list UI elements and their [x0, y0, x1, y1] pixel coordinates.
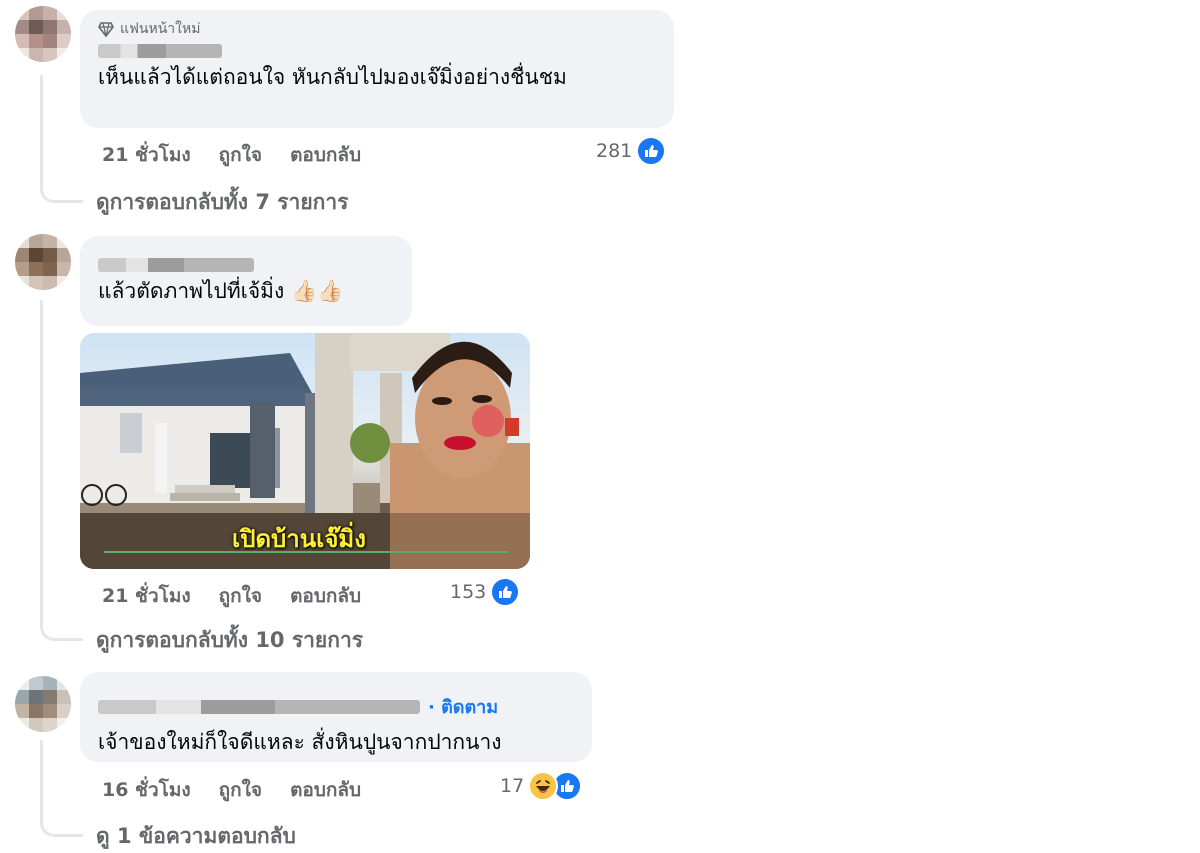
comment-bubble: แฟนหน้าใหม่ เห็นแล้วได้แต่ถอนใจ หันกลับไ… [80, 10, 674, 128]
reaction-summary[interactable]: 281 [596, 136, 667, 166]
like-button[interactable]: ถูกใจ [219, 140, 262, 170]
reply-button[interactable]: ตอบกลับ [290, 775, 361, 805]
reaction-count: 153 [450, 581, 487, 603]
comment-time[interactable]: 21 ชั่วโมง [102, 140, 191, 170]
haha-icon [528, 771, 559, 801]
like-icon [636, 136, 667, 166]
reply-button[interactable]: ตอบกลับ [290, 581, 361, 611]
view-replies-link[interactable]: ดู 1 ข้อความตอบกลับ [96, 820, 296, 853]
badge-label: แฟนหน้าใหม่ [120, 21, 201, 37]
comment-text: เห็นแล้วได้แต่ถอนใจ หันกลับไปมองเจ๊มิ่งอ… [98, 65, 567, 89]
like-button[interactable]: ถูกใจ [219, 581, 262, 611]
thread-connector [40, 740, 83, 837]
thread-connector [40, 300, 83, 641]
reaction-count: 17 [500, 775, 525, 797]
comment-time[interactable]: 16 ชั่วโมง [102, 775, 191, 805]
author-name-blurred[interactable] [98, 699, 420, 714]
like-button[interactable]: ถูกใจ [219, 775, 262, 805]
reaction-count: 281 [596, 140, 633, 162]
follow-button[interactable]: · ติดตาม [428, 692, 498, 721]
comment-bubble: · ติดตาม เจ้าของใหม่ก็ใจดีแหละ สั่งหินปู… [80, 672, 592, 762]
thread-connector [40, 75, 83, 203]
view-replies-link[interactable]: ดูการตอบกลับทั้ง 10 รายการ [96, 624, 363, 657]
comment-thread: แฟนหน้าใหม่ เห็นแล้วได้แต่ถอนใจ หันกลับไ… [0, 0, 1200, 852]
like-icon [490, 577, 521, 607]
reaction-summary[interactable]: 153 [450, 577, 521, 607]
comment-photo[interactable]: เปิดบ้านเจ๊มิ่ง [80, 333, 530, 569]
comment-bubble: แล้วตัดภาพไปที่เจ้มิ่ง 👍🏻👍🏻 [80, 236, 412, 326]
diamond-badge-icon [98, 22, 114, 37]
comment-text: แล้วตัดภาพไปที่เจ้มิ่ง 👍🏻👍🏻 [98, 279, 344, 303]
photo-caption: เปิดบ้านเจ๊มิ่ง [232, 525, 366, 553]
avatar[interactable] [15, 676, 71, 732]
author-name-blurred[interactable] [98, 258, 254, 272]
author-name-blurred[interactable] [98, 44, 222, 58]
comment-text: เจ้าของใหม่ก็ใจดีแหละ สั่งหินปูนจากปากนา… [98, 730, 502, 754]
comment-actions: 21 ชั่วโมง ถูกใจ ตอบกลับ [102, 581, 361, 611]
comment-actions: 16 ชั่วโมง ถูกใจ ตอบกลับ [102, 775, 361, 805]
view-replies-link[interactable]: ดูการตอบกลับทั้ง 7 รายการ [96, 186, 348, 219]
fan-badge: แฟนหน้าใหม่ [98, 20, 656, 38]
reply-button[interactable]: ตอบกลับ [290, 140, 361, 170]
comment-actions: 21 ชั่วโมง ถูกใจ ตอบกลับ [102, 140, 361, 170]
reaction-summary[interactable]: 17 [500, 771, 583, 801]
avatar[interactable] [15, 234, 71, 290]
comment-time[interactable]: 21 ชั่วโมง [102, 581, 191, 611]
author-row: · ติดตาม [98, 692, 574, 721]
avatar[interactable] [15, 6, 71, 62]
